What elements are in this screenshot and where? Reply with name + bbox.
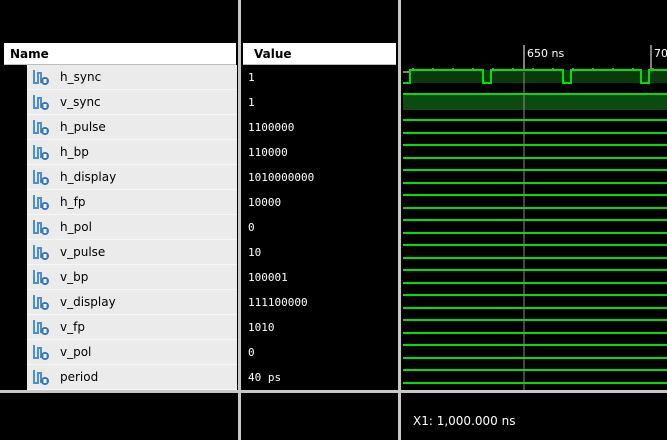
h-sync-fill: [410, 70, 667, 83]
timeline-label: 650 ns: [527, 47, 564, 60]
v-sync-fill: [403, 94, 667, 110]
waveform-signal-icon: [33, 195, 49, 210]
signal-value-v-pol: 0: [248, 346, 255, 359]
signal-value-h-fp: 10000: [248, 196, 282, 209]
signal-name-label: h_pulse: [60, 120, 106, 134]
waveform-signal-icon: [33, 270, 49, 285]
signal-value-h-pol: 0: [248, 221, 255, 234]
waveform-viewer[interactable]: 650 ns 70: [403, 43, 667, 390]
signal-row-v-pulse[interactable]: v_pulse: [27, 240, 237, 265]
signal-name-label: v_sync: [60, 95, 101, 109]
signal-row-h-bp[interactable]: h_bp: [27, 140, 237, 165]
signal-row-v-fp[interactable]: v_fp: [27, 315, 237, 340]
signal-row-v-pol[interactable]: v_pol: [27, 340, 237, 365]
signal-value-h-pulse: 1100000: [248, 121, 295, 134]
signal-value-v-fp: 1010: [248, 321, 275, 334]
signal-name-label: h_display: [60, 170, 117, 184]
waveform-signal-icon: [33, 320, 49, 335]
signal-row-h-pulse[interactable]: h_pulse: [27, 115, 237, 140]
signal-row-v-bp[interactable]: v_bp: [27, 265, 237, 290]
signal-value-v-bp: 100001: [248, 271, 288, 284]
value-column-header[interactable]: Value: [243, 43, 396, 65]
signal-name-label: v_fp: [60, 320, 85, 334]
signal-value-h-bp: 110000: [248, 146, 288, 159]
waveform-signal-icon: [33, 295, 49, 310]
waveform-signal-icon: [33, 370, 49, 385]
signal-value-v-pulse: 10: [248, 246, 262, 259]
bottom-divider: [0, 390, 667, 393]
signal-name-label: h_fp: [60, 195, 86, 209]
waveform-signal-icon: [33, 145, 49, 160]
signal-name-label: v_pulse: [60, 245, 106, 259]
signal-row-h-fp[interactable]: h_fp: [27, 190, 237, 215]
column-splitter-name-value[interactable]: [238, 0, 241, 440]
signal-value-v-sync: 1: [248, 96, 255, 109]
signal-value-v-display: 111100000: [248, 296, 308, 309]
signal-row-v-sync[interactable]: v_sync: [27, 90, 237, 115]
signal-value-period: 40 ps: [248, 371, 282, 384]
column-splitter-value-wave[interactable]: [398, 0, 401, 440]
signal-values-panel: 1 1 1100000 110000 1010000000 10000 0 10 100001 1…: [243, 65, 396, 390]
signal-value-h-display: 1010000000: [248, 171, 315, 184]
signal-name-label: v_pol: [60, 345, 92, 359]
signal-value-h-sync: 1: [248, 71, 255, 84]
waveform-signal-icon: [33, 170, 49, 185]
cursor-time-readout: X1: 1,000.000 ns: [413, 414, 516, 428]
signal-row-period[interactable]: period: [27, 365, 237, 390]
waveform-signal-icon: [33, 220, 49, 235]
signal-name-label: h_sync: [60, 70, 102, 84]
signal-row-v-display[interactable]: v_display: [27, 290, 237, 315]
waveform-signal-icon: [33, 70, 49, 85]
signal-name-label: h_pol: [60, 220, 92, 234]
waveform-signal-icon: [33, 345, 49, 360]
signal-name-label: v_bp: [60, 270, 89, 284]
waveform-signal-icon: [33, 245, 49, 260]
signal-name-label: v_display: [60, 295, 116, 309]
waveform-signal-icon: [33, 120, 49, 135]
waveform-signal-icon: [33, 95, 49, 110]
signal-name-label: period: [60, 370, 99, 384]
signal-row-h-pol[interactable]: h_pol: [27, 215, 237, 240]
name-column-header[interactable]: Name: [4, 43, 236, 65]
signal-row-h-display[interactable]: h_display: [27, 165, 237, 190]
signal-names-panel: h_sync v_sync h_pulse h_bp h_display h_fp h_po…: [0, 65, 238, 390]
timeline-label: 70: [654, 47, 667, 60]
signal-row-h-sync[interactable]: h_sync: [27, 65, 237, 90]
signal-name-label: h_bp: [60, 145, 89, 159]
